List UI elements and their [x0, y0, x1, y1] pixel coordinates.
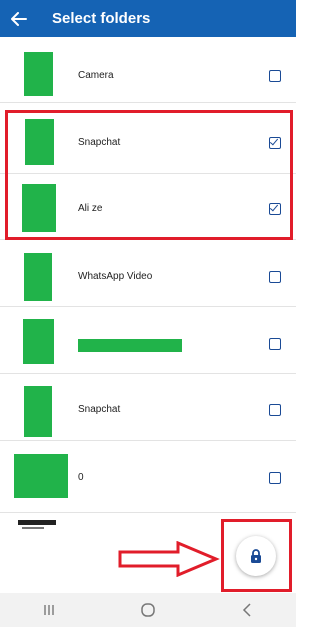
redacted-label	[78, 339, 182, 352]
page-title: Select folders	[52, 10, 151, 27]
folder-thumbnail	[24, 253, 52, 301]
folder-checkbox[interactable]	[269, 404, 281, 416]
folder-checkbox[interactable]	[269, 472, 281, 484]
folder-row-zero[interactable]: 0	[0, 441, 296, 513]
folder-checkbox[interactable]	[269, 271, 281, 283]
back-icon	[242, 603, 251, 617]
folder-thumbnail	[14, 454, 68, 498]
lock-fab-button[interactable]	[236, 536, 276, 576]
home-button[interactable]	[128, 593, 168, 627]
recent-apps-icon	[44, 605, 55, 615]
recent-apps-button[interactable]	[29, 593, 69, 627]
folder-row-camera[interactable]: Camera	[0, 37, 296, 103]
back-nav-button[interactable]	[227, 593, 267, 627]
folder-label: Snapchat	[78, 404, 121, 415]
folder-thumbnail	[23, 319, 54, 364]
partial-thumbnail-detail	[22, 527, 44, 529]
folder-checkbox[interactable]	[269, 338, 281, 350]
folder-thumbnail	[24, 52, 53, 96]
folder-thumbnail	[24, 386, 52, 437]
folder-label: Camera	[78, 70, 114, 81]
partial-thumbnail	[18, 520, 56, 525]
annotation-arrow	[118, 541, 220, 577]
folder-row-redacted[interactable]	[0, 308, 296, 374]
home-icon	[141, 603, 155, 617]
system-navigation-bar	[0, 593, 296, 627]
folder-row-snapchat-2[interactable]: Snapchat	[0, 375, 296, 441]
folder-checkbox[interactable]	[269, 70, 281, 82]
folder-label: WhatsApp Video	[78, 271, 153, 282]
app-bar: Select folders	[0, 0, 296, 37]
back-button[interactable]	[0, 0, 38, 37]
folder-row-whatsapp-video[interactable]: WhatsApp Video	[0, 241, 296, 307]
folder-label: 0	[78, 472, 84, 483]
lock-icon	[251, 549, 261, 563]
arrow-left-icon	[11, 11, 27, 26]
highlight-box-checked-folders	[5, 110, 293, 240]
